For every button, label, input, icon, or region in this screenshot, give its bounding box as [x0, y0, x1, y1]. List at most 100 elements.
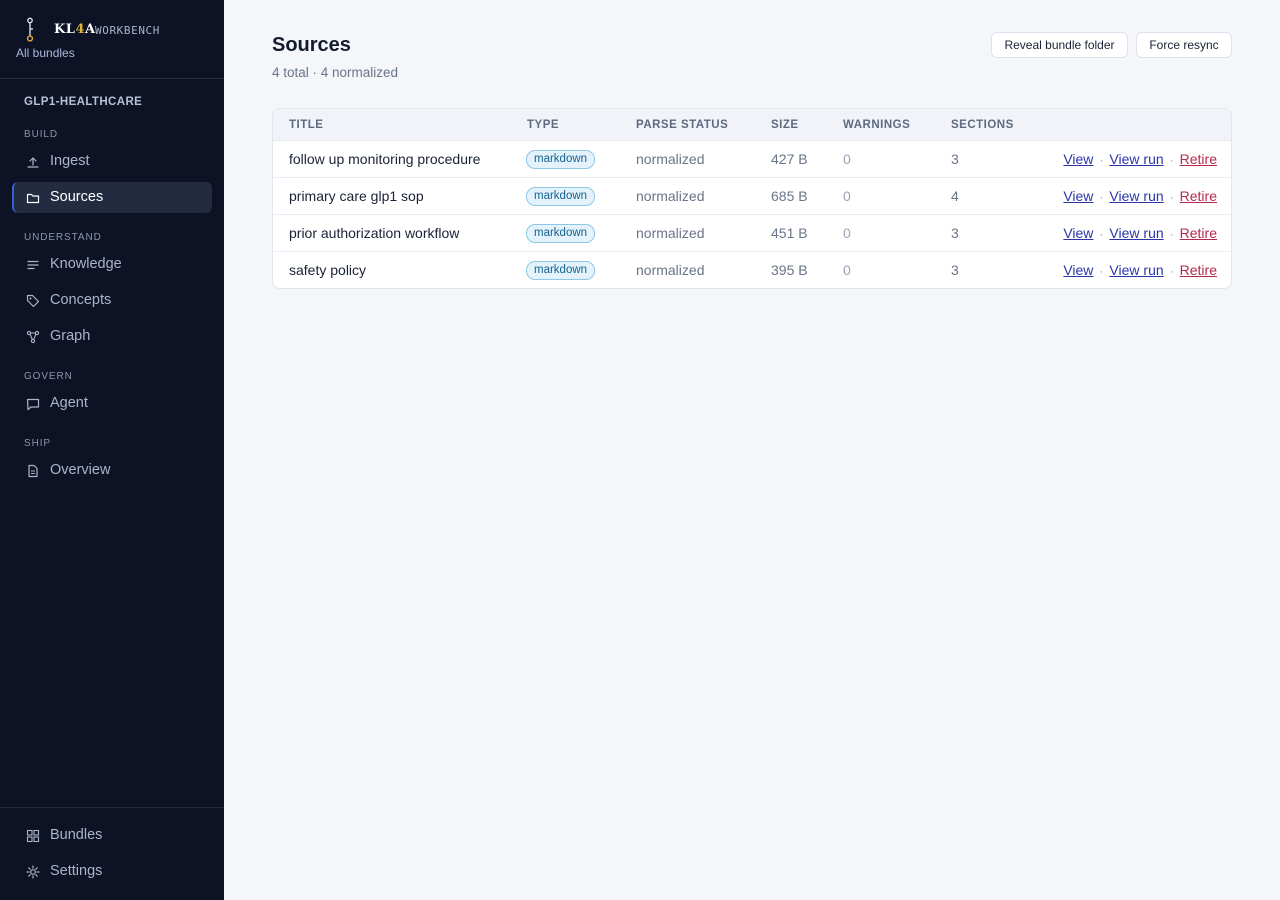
list-icon [26, 258, 40, 272]
sections-count: 3 [951, 262, 959, 278]
parse-status: normalized [636, 188, 705, 204]
size-value: 395 B [771, 262, 808, 278]
upload-icon [26, 155, 40, 169]
sidebar-item-label: Ingest [50, 153, 90, 169]
column-header-type[interactable]: TYPE [527, 119, 559, 131]
source-title: follow up monitoring procedure [289, 151, 481, 167]
action-separator: · [1099, 190, 1104, 204]
warnings-count: 0 [843, 262, 851, 278]
brand: KL4A WORKBENCH All bundles [16, 16, 216, 64]
sidebar: KL4A WORKBENCH All bundles GLP1-HEALTHCA… [0, 0, 224, 900]
sidebar-item-label: Graph [50, 328, 91, 344]
chat-icon [26, 397, 40, 411]
sidebar-item-knowledge[interactable]: Knowledge [12, 249, 212, 280]
sidebar-item-concepts[interactable]: Concepts [12, 285, 212, 316]
section-label-ship: SHIP [24, 438, 51, 449]
brand-name: KL4A [54, 22, 96, 37]
sections-count: 3 [951, 225, 959, 241]
row-actions: View · View run · Retire [1063, 151, 1217, 167]
gear-icon [26, 865, 40, 879]
sidebar-item-label: Settings [50, 863, 103, 879]
sidebar-item-label: Knowledge [50, 256, 122, 272]
parse-status: normalized [636, 225, 705, 241]
table-row: primary care glp1 sop markdown normalize… [273, 178, 1231, 215]
view-link[interactable]: View [1063, 151, 1093, 167]
folder-icon [26, 191, 40, 205]
retire-link[interactable]: Retire [1180, 225, 1217, 241]
sidebar-bottom-divider [0, 807, 224, 808]
grid-icon [26, 829, 40, 843]
logo-icon [22, 17, 38, 43]
view-link[interactable]: View [1063, 188, 1093, 204]
type-badge: markdown [526, 187, 596, 206]
parse-status: normalized [636, 262, 705, 278]
retire-link[interactable]: Retire [1180, 151, 1217, 167]
section-label-build: BUILD [24, 129, 58, 140]
warnings-count: 0 [843, 225, 851, 241]
sidebar-item-label: Agent [50, 395, 88, 411]
graph-icon [26, 330, 40, 344]
all-bundles-link[interactable]: All bundles [16, 46, 75, 60]
view-link[interactable]: View [1063, 262, 1093, 278]
column-header-parse-status[interactable]: PARSE STATUS [636, 119, 728, 131]
document-icon [26, 464, 40, 478]
sidebar-item-overview[interactable]: Overview [12, 455, 212, 486]
size-value: 451 B [771, 225, 808, 241]
type-badge: markdown [526, 224, 596, 243]
view-run-link[interactable]: View run [1109, 151, 1163, 167]
bundle-name: GLP1-HEALTHCARE [24, 96, 143, 108]
row-actions: View · View run · Retire [1063, 262, 1217, 278]
type-badge: markdown [526, 261, 596, 280]
action-separator: · [1099, 227, 1104, 241]
sidebar-item-agent[interactable]: Agent [12, 388, 212, 419]
action-separator: · [1169, 153, 1174, 167]
sidebar-item-sources[interactable]: Sources [12, 182, 212, 213]
size-value: 685 B [771, 188, 808, 204]
action-separator: · [1169, 190, 1174, 204]
table-row: prior authorization workflow markdown no… [273, 215, 1231, 252]
sidebar-item-graph[interactable]: Graph [12, 321, 212, 352]
parse-status: normalized [636, 151, 705, 167]
sidebar-item-label: Concepts [50, 292, 112, 308]
retire-link[interactable]: Retire [1180, 188, 1217, 204]
tag-icon [26, 294, 40, 308]
brand-subtitle: WORKBENCH [95, 24, 161, 37]
page-title: Sources [272, 34, 351, 56]
sections-count: 4 [951, 188, 959, 204]
column-header-warnings[interactable]: WARNINGS [843, 119, 910, 131]
page-subtitle: 4 total · 4 normalized [272, 65, 399, 80]
view-run-link[interactable]: View run [1109, 225, 1163, 241]
column-header-sections[interactable]: SECTIONS [951, 119, 1014, 131]
action-separator: · [1099, 153, 1104, 167]
section-label-govern: GOVERN [24, 371, 73, 382]
reveal-bundle-folder-button[interactable]: Reveal bundle folder [991, 32, 1128, 58]
sidebar-item-label: Bundles [50, 827, 103, 843]
warnings-count: 0 [843, 188, 851, 204]
view-link[interactable]: View [1063, 225, 1093, 241]
force-resync-button[interactable]: Force resync [1136, 32, 1232, 58]
sidebar-item-label: Sources [50, 189, 104, 205]
action-separator: · [1099, 264, 1104, 278]
sidebar-item-ingest[interactable]: Ingest [12, 146, 212, 177]
source-title: safety policy [289, 262, 367, 278]
view-run-link[interactable]: View run [1109, 188, 1163, 204]
warnings-count: 0 [843, 151, 851, 167]
source-title: primary care glp1 sop [289, 188, 424, 204]
table-header: TITLE TYPE PARSE STATUS SIZE WARNINGS SE… [273, 109, 1231, 141]
size-value: 427 B [771, 151, 808, 167]
column-header-size[interactable]: SIZE [771, 119, 799, 131]
type-badge: markdown [526, 150, 596, 169]
action-separator: · [1169, 227, 1174, 241]
column-header-title[interactable]: TITLE [289, 119, 323, 131]
row-actions: View · View run · Retire [1063, 188, 1217, 204]
sidebar-item-settings[interactable]: Settings [12, 856, 212, 887]
retire-link[interactable]: Retire [1180, 262, 1217, 278]
sidebar-divider [0, 78, 224, 79]
sources-table: TITLE TYPE PARSE STATUS SIZE WARNINGS SE… [272, 108, 1232, 289]
action-separator: · [1169, 264, 1174, 278]
sidebar-item-bundles[interactable]: Bundles [12, 820, 212, 851]
source-title: prior authorization workflow [289, 225, 460, 241]
row-actions: View · View run · Retire [1063, 225, 1217, 241]
view-run-link[interactable]: View run [1109, 262, 1163, 278]
table-row: safety policy markdown normalized 395 B … [273, 252, 1231, 288]
